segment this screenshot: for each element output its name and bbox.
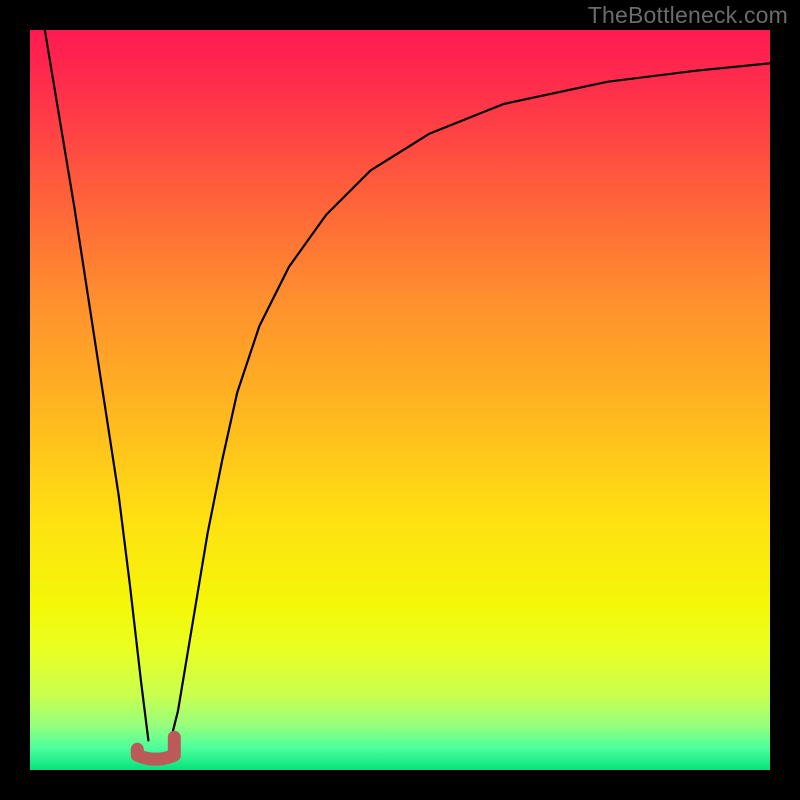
chart-frame: TheBottleneck.com	[0, 0, 800, 800]
curve-right-branch	[171, 63, 770, 740]
plot-area	[30, 30, 770, 770]
curve-left-branch	[45, 30, 149, 740]
optimal-marker	[137, 737, 174, 759]
watermark-text: TheBottleneck.com	[588, 2, 788, 29]
curve-layer	[30, 30, 770, 770]
